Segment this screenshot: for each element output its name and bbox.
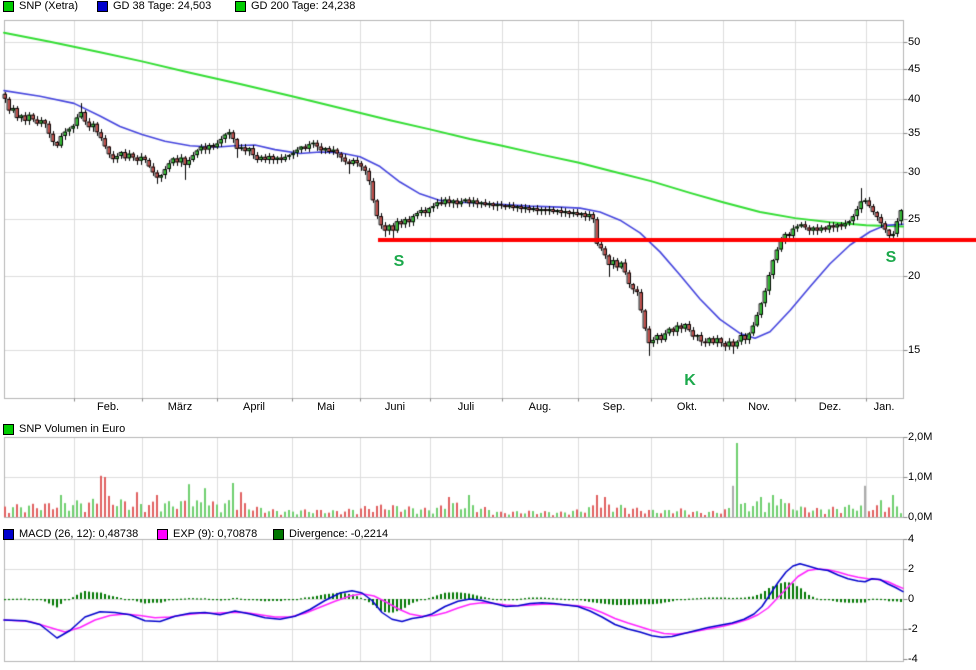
month-axis-label: April — [242, 401, 266, 413]
month-axis-label: Nov. — [748, 401, 770, 413]
month-axis-label: Jan. — [873, 401, 895, 413]
signal-marker-s: S — [393, 253, 405, 270]
price-axis-tick-label: 40 — [908, 93, 921, 105]
legend-item: EXP (9): 0,70878 — [157, 528, 257, 541]
month-axis-label: Aug. — [528, 401, 552, 413]
legend-label: MACD (26, 12): 0,48738 — [19, 528, 139, 540]
macd-legend: MACD (26, 12): 0,48738 EXP (9): 0,70878 Di… — [0, 528, 976, 541]
month-axis-label: Dez. — [818, 401, 842, 413]
macd-axis-tick-label: -2 — [908, 623, 918, 635]
volume-axis-tick-label: 0,0M — [908, 511, 933, 523]
month-axis-label: März — [167, 401, 193, 413]
price-axis-tick-label: 35 — [908, 127, 921, 139]
month-axis-label: Okt. — [676, 401, 698, 413]
chart-canvas — [0, 0, 976, 670]
month-axis-label: Juni — [384, 401, 406, 413]
price-axis-tick-label: 45 — [908, 63, 921, 75]
month-axis-label: Juli — [457, 401, 475, 413]
signal-marker-s: S — [885, 249, 897, 266]
legend-label: SNP Volumen in Euro — [19, 423, 126, 435]
month-axis-label: Sep. — [602, 401, 626, 413]
legend-swatch-icon — [3, 424, 14, 435]
volume-legend: SNP Volumen in Euro — [0, 423, 976, 436]
macd-axis-tick-label: 2 — [908, 563, 915, 575]
legend-item: Divergence: -0,2214 — [273, 528, 388, 541]
price-axis-tick-label: 25 — [908, 213, 921, 225]
legend-item: MACD (26, 12): 0,48738 — [3, 528, 138, 541]
price-axis-tick-label: 50 — [908, 36, 921, 48]
month-axis-label: Mai — [317, 401, 335, 413]
price-axis-tick-label: 15 — [908, 344, 921, 356]
price-axis-tick-label: 20 — [908, 270, 921, 282]
legend-swatch-icon — [3, 529, 14, 540]
macd-axis-tick-label: -4 — [908, 653, 918, 665]
legend-swatch-icon — [273, 529, 284, 540]
legend-label: Divergence: -0,2214 — [289, 528, 389, 540]
stock-chart-page: SNP (Xetra)GD 38 Tage: 24,503GD 200 Tage… — [0, 0, 976, 670]
month-axis-label: Feb. — [96, 401, 120, 413]
price-axis-tick-label: 30 — [908, 166, 921, 178]
macd-axis-tick-label: 0 — [908, 593, 915, 605]
legend-item: SNP Volumen in Euro — [3, 423, 125, 436]
legend-swatch-icon — [157, 529, 168, 540]
volume-axis-tick-label: 1,0M — [908, 471, 933, 483]
signal-marker-k: K — [684, 372, 696, 389]
legend-label: EXP (9): 0,70878 — [173, 528, 258, 540]
